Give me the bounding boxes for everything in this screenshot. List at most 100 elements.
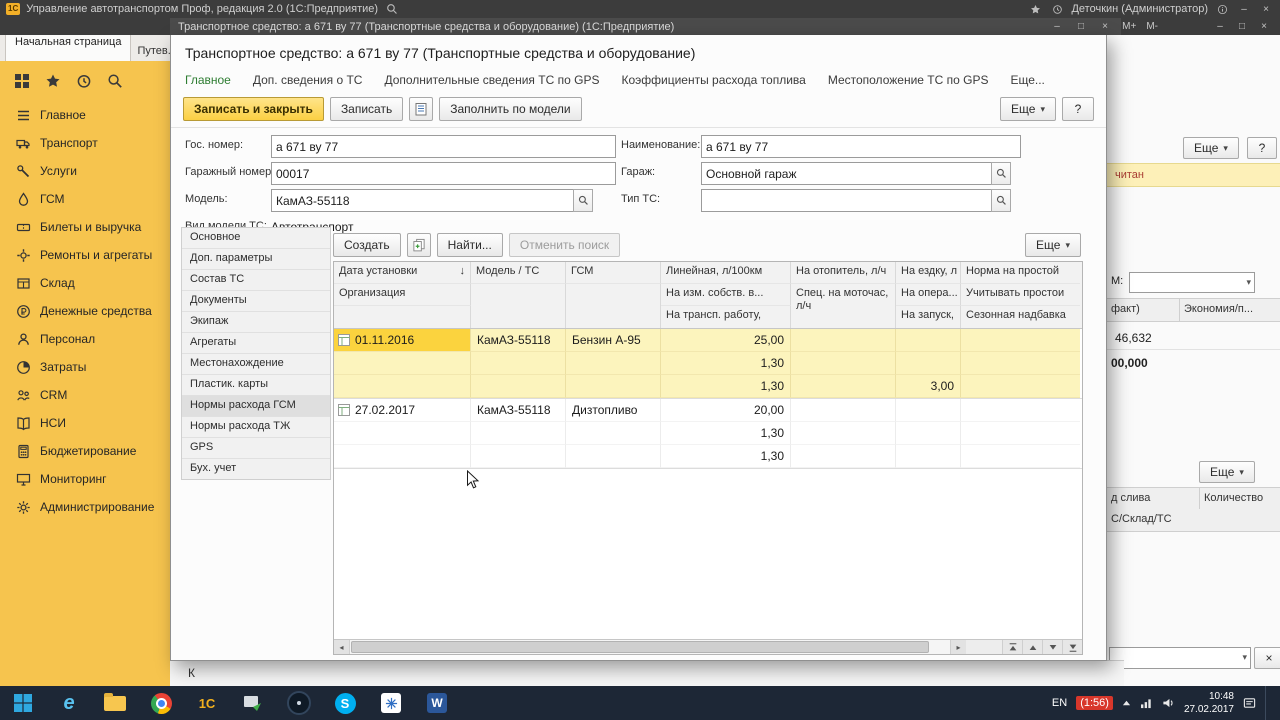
nav-fuel-coefficients[interactable]: Коэффициенты расхода топлива — [621, 73, 805, 87]
section-location[interactable]: Местонахождение — [182, 354, 330, 375]
taskbar-clock[interactable]: 10:48 27.02.2017 — [1184, 690, 1234, 716]
journal-button[interactable] — [409, 97, 434, 121]
window-close-icon[interactable]: × — [1256, 20, 1272, 34]
garage-combo[interactable]: Основной гараж▾ — [701, 162, 1011, 185]
col-header-launch[interactable]: На запуск, — [896, 306, 961, 328]
go-up-button[interactable] — [1022, 640, 1042, 654]
dialog-titlebar[interactable]: Транспортное средство: а 671 ву 77 (Тран… — [170, 18, 1121, 35]
save-and-close-button[interactable]: Записать и закрыть — [183, 97, 324, 121]
table-row[interactable]: 27.02.2017 КамАЗ-55118 Дизтопливо 20,00 … — [334, 399, 1082, 469]
model-open-button[interactable] — [573, 189, 593, 212]
find-button[interactable]: Найти... — [436, 233, 503, 257]
col-header-special[interactable]: Спец. на моточас, л/ч — [791, 284, 896, 328]
favorites-icon[interactable] — [45, 73, 61, 89]
minimize-icon[interactable]: – — [1236, 2, 1252, 16]
gos-number-input[interactable] — [271, 135, 616, 158]
nav-gps-location[interactable]: Местоположение ТС по GPS — [828, 73, 989, 87]
window-minimize-icon[interactable]: – — [1212, 20, 1228, 34]
col-header-gsm[interactable]: ГСМ — [566, 262, 661, 284]
bg-help-button[interactable]: ? — [1247, 137, 1277, 159]
sidebar-item-crm[interactable]: CRM — [0, 381, 170, 409]
history-clock-icon[interactable] — [1049, 2, 1065, 16]
col-header-idle-flag[interactable]: Учитывать простои — [961, 284, 1080, 306]
scroll-right-button[interactable]: ▸ — [950, 640, 966, 654]
save-button[interactable]: Записать — [329, 97, 404, 121]
sidebar-item-costs[interactable]: Затраты — [0, 353, 170, 381]
bg-clear-button[interactable]: × — [1254, 647, 1280, 669]
col-header-season[interactable]: Сезонная надбавка — [961, 306, 1080, 328]
col-header-transport-work[interactable]: На трансп. работу, — [661, 306, 791, 328]
section-documents[interactable]: Документы — [182, 291, 330, 312]
network-icon[interactable] — [1140, 698, 1153, 709]
show-desktop-button[interactable] — [1265, 686, 1272, 720]
col-header-model[interactable]: Модель / ТС — [471, 262, 566, 284]
scrollbar-thumb[interactable] — [351, 641, 929, 653]
sidebar-item-administration[interactable]: Администрирование — [0, 493, 170, 521]
create-button[interactable]: Создать — [333, 233, 401, 257]
section-composition[interactable]: Состав ТС — [182, 270, 330, 291]
molecule-taskbar-icon[interactable] — [368, 686, 414, 720]
help-button[interactable]: ? — [1062, 97, 1094, 121]
ie-taskbar-icon[interactable]: e — [46, 686, 92, 720]
section-gps[interactable]: GPS — [182, 438, 330, 459]
bg-m-combo[interactable]: ▾ — [1129, 272, 1255, 293]
close-icon[interactable]: × — [1258, 2, 1274, 16]
name-input[interactable] — [701, 135, 1021, 158]
go-down-button[interactable] — [1042, 640, 1062, 654]
col-header-operation[interactable]: На опера... — [896, 284, 961, 306]
nav-more[interactable]: Еще... — [1010, 73, 1044, 87]
col-header-own-weight[interactable]: На изм. собств. в... — [661, 284, 791, 306]
copy-button[interactable] — [406, 233, 431, 257]
current-user[interactable]: Деточкин (Администратор) — [1071, 3, 1208, 15]
nav-additional-info[interactable]: Доп. сведения о ТС — [253, 73, 363, 87]
sidebar-item-transport[interactable]: Транспорт — [0, 129, 170, 157]
notifications-icon[interactable] — [1243, 697, 1256, 709]
tray-expand-icon[interactable] — [1122, 699, 1131, 707]
type-combo[interactable]: ▾ — [701, 189, 1011, 212]
section-fluid-rates[interactable]: Нормы расхода ТЖ — [182, 417, 330, 438]
sidebar-item-budgeting[interactable]: Бюджетирование — [0, 437, 170, 465]
scroll-left-button[interactable]: ◂ — [334, 640, 350, 654]
1c-taskbar-icon[interactable]: 1С — [184, 686, 230, 720]
model-combo[interactable]: КамАЗ-55118▾ — [271, 189, 593, 212]
sidebar-item-monitoring[interactable]: Мониторинг — [0, 465, 170, 493]
dialog-minimize-icon[interactable]: – — [1049, 20, 1065, 34]
col-header-idle-rate[interactable]: Норма на простой — [961, 262, 1080, 284]
col-header-organization[interactable]: Организация — [334, 284, 471, 306]
fill-by-model-button[interactable]: Заполнить по модели — [439, 97, 582, 121]
history-icon[interactable] — [76, 73, 92, 89]
garage-open-button[interactable] — [991, 162, 1011, 185]
volume-icon[interactable] — [1162, 697, 1175, 709]
titlebar-search-icon[interactable] — [384, 2, 400, 16]
garage-number-input[interactable] — [271, 162, 616, 185]
info-icon[interactable] — [1214, 2, 1230, 16]
language-indicator[interactable]: EN — [1052, 697, 1067, 709]
section-main[interactable]: Основное — [182, 228, 330, 249]
sidebar-item-services[interactable]: Услуги — [0, 157, 170, 185]
favorites-star-icon[interactable] — [1027, 2, 1043, 16]
col-header-install-date[interactable]: Дата установки ↓ — [334, 262, 471, 284]
go-last-button[interactable] — [1062, 640, 1082, 654]
sidebar-item-money[interactable]: Денежные средства — [0, 297, 170, 325]
dialog-maximize-icon[interactable]: □ — [1073, 20, 1089, 34]
window-maximize-icon[interactable]: □ — [1234, 20, 1250, 34]
start-button[interactable] — [0, 686, 46, 720]
col-header-trip[interactable]: На ездку, л — [896, 262, 961, 284]
sidebar-item-nsi[interactable]: НСИ — [0, 409, 170, 437]
section-crew[interactable]: Экипаж — [182, 312, 330, 333]
bg-more2-button[interactable]: Еще ▾ — [1199, 461, 1255, 483]
col-header-heater[interactable]: На отопитель, л/ч — [791, 262, 896, 284]
type-open-button[interactable] — [991, 189, 1011, 212]
more-button[interactable]: Еще ▾ — [1000, 97, 1056, 121]
go-first-button[interactable] — [1002, 640, 1022, 654]
section-units[interactable]: Агрегаты — [182, 333, 330, 354]
search-icon[interactable] — [107, 73, 123, 89]
skype-taskbar-icon[interactable]: S — [322, 686, 368, 720]
recording-timer[interactable]: (1:56) — [1076, 696, 1113, 710]
table-row[interactable]: 01.11.2016 КамАЗ-55118 Бензин А-95 25,00… — [334, 329, 1082, 399]
sidebar-item-tickets[interactable]: Билеты и выручка — [0, 213, 170, 241]
nav-gps-info[interactable]: Дополнительные сведения ТС по GPS — [384, 73, 599, 87]
memory-m-plus-button[interactable]: М+ — [1120, 21, 1138, 32]
sidebar-item-gsm[interactable]: ГСМ — [0, 185, 170, 213]
section-accounting[interactable]: Бух. учет — [182, 459, 330, 479]
